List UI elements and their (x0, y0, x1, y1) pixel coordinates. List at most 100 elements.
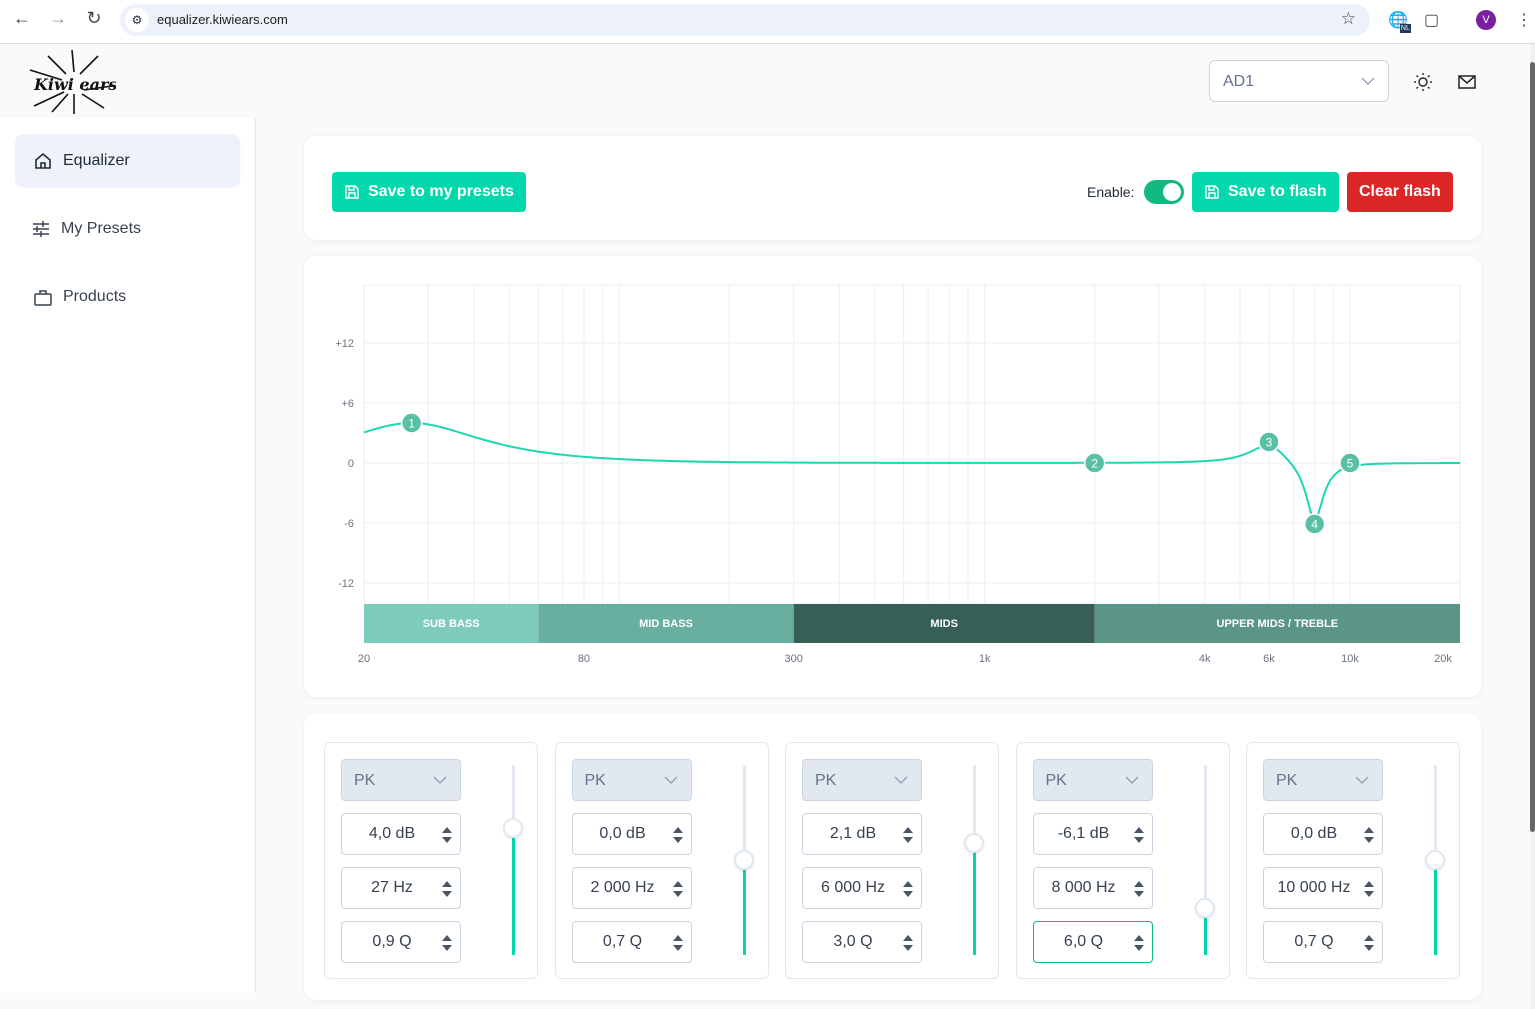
gain-input[interactable]: 0,0 dB (571, 813, 692, 855)
gain-slider[interactable] (733, 765, 754, 955)
y-tick-label: 0 (348, 458, 354, 470)
gain-input[interactable]: 2,1 dB (802, 813, 922, 855)
spinner-arrows-icon[interactable] (441, 933, 453, 953)
kiwi-ears-logo: Kiwi ears (29, 50, 116, 114)
x-tick-label: 1k (979, 653, 991, 665)
spinner-arrows-icon[interactable] (902, 879, 914, 899)
browser-toolbar: ← → ↻ ⚙ equalizer.kiwiears.com ☆ 🌐NL ▢ V… (0, 0, 1535, 44)
q-input[interactable]: 0,7 Q (1263, 921, 1383, 963)
clear-flash-button[interactable]: Clear flash (1347, 172, 1453, 212)
gain-slider-thumb[interactable] (503, 818, 523, 839)
chevron-down-icon (433, 776, 447, 785)
spinner-arrows-icon[interactable] (1363, 879, 1375, 899)
gain-input[interactable]: 0,0 dB (1263, 813, 1383, 855)
filter-type-select[interactable]: PK (1263, 759, 1383, 801)
enable-toggle[interactable] (1144, 180, 1184, 204)
spinner-arrows-icon[interactable] (1133, 825, 1145, 845)
filter-card-3: PK 2,1 dB 6 000 Hz 3,0 Q (785, 742, 999, 979)
sidebar-item-products[interactable]: Products (15, 270, 240, 323)
spinner-arrows-icon[interactable] (902, 933, 914, 953)
gain-slider[interactable] (964, 765, 984, 955)
filter-card-1: PK 4,0 dB 27 Hz 0,9 Q (324, 742, 538, 979)
filter-card-2: PK 0,0 dB 2 000 Hz 0,7 Q (554, 742, 769, 979)
q-value: 0,7 Q (1294, 933, 1334, 950)
profile-avatar[interactable]: V (1476, 10, 1496, 30)
spinner-arrows-icon[interactable] (441, 825, 453, 845)
gain-slider[interactable] (1194, 765, 1215, 955)
site-settings-icon[interactable]: ⚙ (125, 8, 149, 32)
filter-type-select[interactable]: PK (571, 759, 692, 801)
sidebar-item-my-presets[interactable]: My Presets (15, 202, 240, 255)
sidebar-item-equalizer[interactable]: Equalizer (15, 134, 240, 187)
filter-card-4: PK -6,1 dB 8 000 Hz 6,0 Q (1015, 742, 1230, 979)
save-to-presets-button[interactable]: Save to my presets (332, 172, 526, 212)
spinner-arrows-icon[interactable] (1363, 825, 1375, 845)
gain-slider-fill (1434, 860, 1437, 955)
q-input[interactable]: 3,0 Q (802, 921, 922, 963)
gain-slider-thumb[interactable] (1425, 850, 1445, 870)
band-label: MID BASS (639, 618, 693, 630)
address-bar[interactable]: ⚙ equalizer.kiwiears.com ☆ (120, 4, 1370, 36)
band-label: UPPER MIDS / TREBLE (1217, 618, 1339, 630)
spinner-arrows-icon[interactable] (1363, 933, 1375, 953)
gain-value: 4,0 dB (368, 825, 416, 842)
translate-extension-icon[interactable]: 🌐NL (1388, 10, 1419, 33)
forward-icon[interactable]: → (44, 8, 72, 29)
chevron-down-icon (1124, 776, 1139, 785)
frequency-input[interactable]: 8 000 Hz (1032, 867, 1153, 909)
q-input[interactable]: 0,7 Q (571, 921, 692, 963)
q-input[interactable]: 6,0 Q (1032, 921, 1153, 963)
spinner-arrows-icon[interactable] (441, 879, 453, 899)
spinner-arrows-icon[interactable] (1133, 933, 1145, 953)
bag-icon (34, 289, 52, 306)
page-scrollbar[interactable] (1530, 44, 1535, 1009)
gain-input[interactable]: 4,0 dB (341, 813, 461, 855)
q-input[interactable]: 0,9 Q (341, 921, 461, 963)
plot-area (363, 284, 1461, 605)
filter-type-select[interactable]: PK (341, 759, 461, 801)
gain-input[interactable]: -6,1 dB (1032, 813, 1153, 855)
sidebar-item-label: Equalizer (63, 151, 130, 169)
filter-type-select[interactable]: PK (1032, 759, 1153, 801)
reload-icon[interactable]: ↻ (80, 8, 108, 29)
x-tick-label: 300 (784, 653, 802, 665)
spinner-arrows-icon[interactable] (672, 879, 684, 899)
gain-slider-thumb[interactable] (733, 850, 754, 870)
url-text: equalizer.kiwiears.com (157, 12, 288, 27)
gain-slider-thumb[interactable] (964, 833, 984, 854)
filter-type-value: PK (354, 772, 376, 789)
save-to-flash-button[interactable]: Save to flash (1192, 172, 1339, 212)
frequency-value: 10 000 Hz (1277, 879, 1351, 896)
extensions-puzzle-icon[interactable]: ▢ (1424, 10, 1439, 30)
spinner-arrows-icon[interactable] (672, 933, 684, 953)
gain-value: 2,1 dB (829, 825, 877, 842)
back-icon[interactable]: ← (8, 8, 36, 29)
frequency-input[interactable]: 27 Hz (341, 867, 461, 909)
chevron-down-icon (894, 776, 908, 785)
y-tick-label: +6 (341, 398, 354, 410)
button-label: Save to flash (1228, 183, 1327, 200)
filter-handle-label: 2 (1091, 457, 1098, 471)
frequency-input[interactable]: 2 000 Hz (571, 867, 692, 909)
gain-slider-thumb[interactable] (1194, 898, 1215, 919)
eq-chart[interactable]: +12 +6 0 -6 -12 SUB BASS MID BASS MIDS UPPER MID… (304, 256, 1481, 697)
band-label: SUB BASS (423, 618, 480, 630)
save-icon (345, 185, 359, 199)
filters-card: PK 4,0 dB 27 Hz 0,9 Q PK 0,0 dB 2 000 Hz… (304, 714, 1481, 1000)
gain-slider[interactable] (1425, 765, 1445, 955)
gain-slider-fill (973, 843, 976, 955)
filter-type-select[interactable]: PK (802, 759, 922, 801)
toolbar-card: Save to my presets Enable: Save to flash… (304, 136, 1481, 240)
mail-icon[interactable] (1457, 72, 1477, 92)
filter-handle-label: 5 (1347, 457, 1354, 471)
spinner-arrows-icon[interactable] (1133, 879, 1145, 899)
gain-slider[interactable] (503, 765, 523, 955)
bookmark-star-icon[interactable]: ☆ (1341, 9, 1356, 29)
spinner-arrows-icon[interactable] (672, 825, 684, 845)
spinner-arrows-icon[interactable] (902, 825, 914, 845)
browser-menu-icon[interactable]: ⋮ (1516, 10, 1532, 30)
frequency-input[interactable]: 6 000 Hz (802, 867, 922, 909)
frequency-input[interactable]: 10 000 Hz (1263, 867, 1383, 909)
theme-sun-icon[interactable] (1413, 72, 1433, 92)
device-select[interactable]: AD1 (1209, 60, 1389, 102)
